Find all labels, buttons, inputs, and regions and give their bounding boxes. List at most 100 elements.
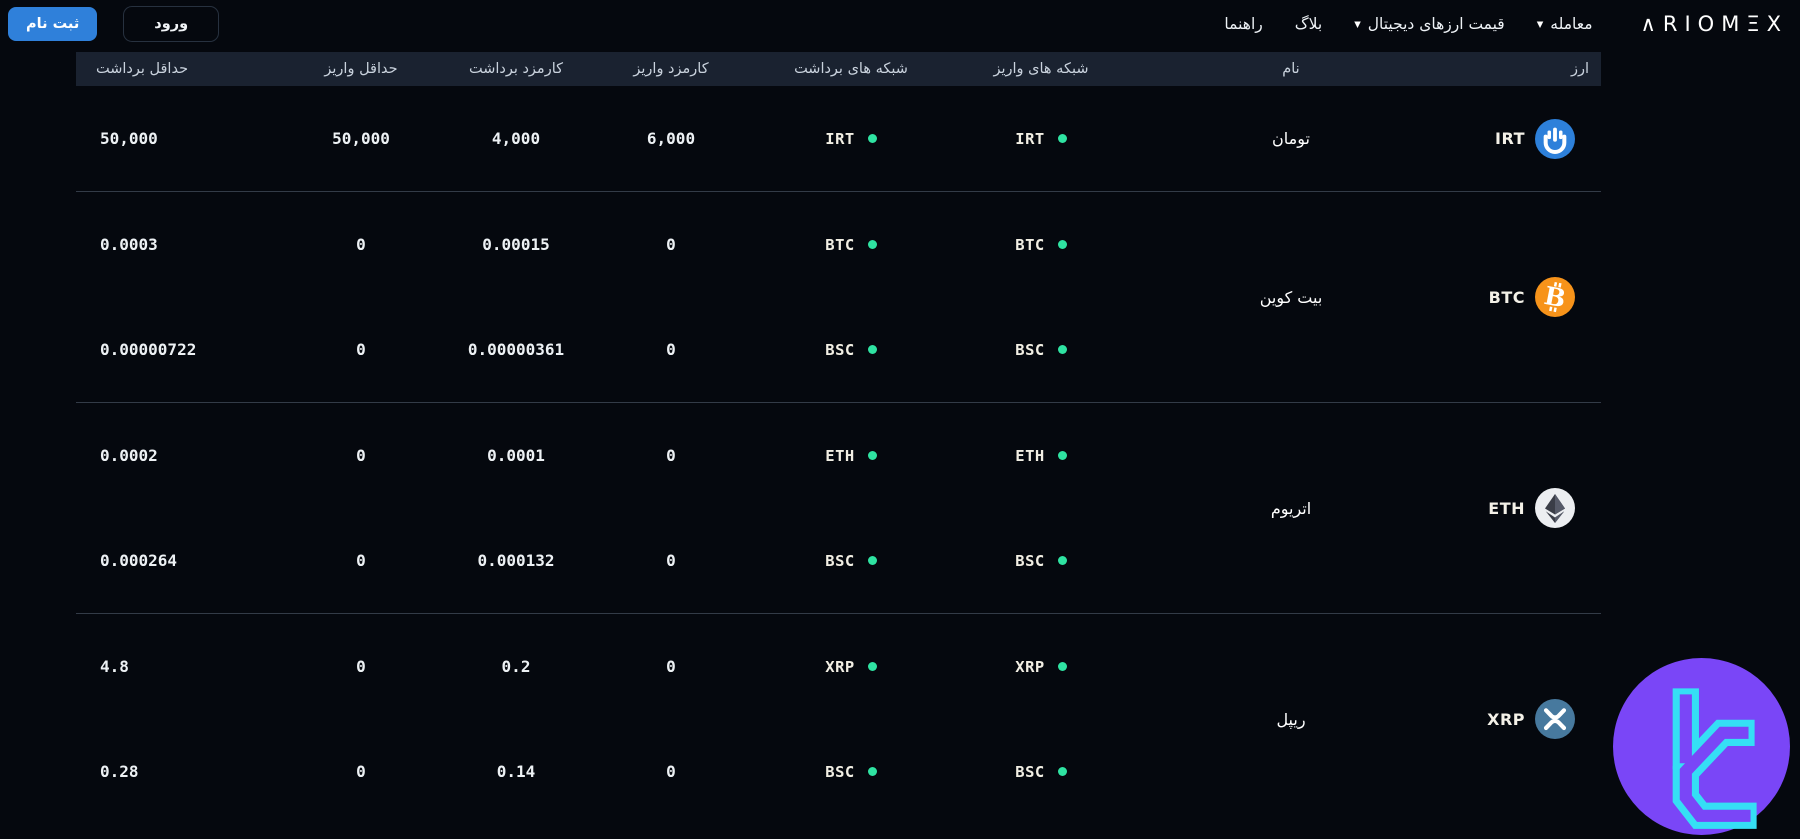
network-code: XRP — [825, 657, 855, 676]
min-deposit-value: 0 — [356, 762, 366, 781]
auth-buttons: ثبت نام ورود — [8, 6, 220, 42]
deposit-network-cell: BSC — [941, 341, 1141, 359]
status-dot — [1057, 240, 1067, 249]
network-code: BSC — [825, 551, 855, 570]
currency-name: تومان — [1272, 129, 1310, 148]
signup-button[interactable]: ثبت نام — [8, 7, 98, 41]
col-header-min-withdraw: حداقل برداشت — [96, 61, 189, 77]
currency-row-xrp[interactable]: XRP ریپل XRP XRP 0 0.2 0 4.8 BSC BSC 0 0.14 0 0.28 — [76, 613, 1601, 824]
col-header-withdraw-fee: کارمزد برداشت — [468, 61, 564, 77]
col-header-name: نام — [1282, 61, 1300, 77]
deposit-network-cell: XRP — [941, 658, 1141, 676]
withdraw-fee-value: 0.000132 — [477, 551, 555, 570]
network-code: XRP — [1015, 657, 1045, 676]
network-code: ETH — [1015, 446, 1045, 465]
currency-name: ریپل — [1276, 709, 1306, 729]
deposit-network-cell: IRT — [941, 130, 1141, 148]
nav-item-trade[interactable]: ▼ معامله — [1537, 15, 1593, 33]
status-dot — [867, 345, 877, 354]
status-dot — [1057, 134, 1067, 143]
deposit-network-cell: BSC — [941, 763, 1141, 781]
deposit-fee-value: 0 — [666, 446, 676, 465]
status-dot — [867, 451, 877, 460]
col-header-deposit-fee: کارمزد واریز — [633, 61, 709, 77]
col-header-min-deposit: حداقل واریز — [324, 61, 398, 77]
status-dot — [867, 240, 877, 249]
deposit-fee-value: 0 — [666, 657, 676, 676]
col-header-withdraw-networks: شبکه های برداشت — [794, 61, 908, 77]
min-deposit-value: 0 — [356, 446, 366, 465]
min-deposit-value: 0 — [356, 235, 366, 254]
status-dot — [1057, 767, 1067, 776]
currency-row-irt[interactable]: IRT تومان IRT IRT 6,000 4,000 50,000 50,000 — [76, 86, 1601, 191]
min-withdraw-value: 0.28 — [100, 762, 139, 781]
chevron-down-icon: ▼ — [1354, 20, 1361, 30]
network-code: BSC — [1015, 551, 1045, 570]
withdraw-network-cell: BSC — [761, 552, 941, 570]
network-code: ETH — [825, 446, 855, 465]
nav-item-crypto-prices[interactable]: ▼ قیمت ارزهای دیجیتال — [1354, 15, 1505, 33]
min-deposit-value: 50,000 — [332, 129, 390, 148]
network-code: BSC — [1015, 762, 1045, 781]
min-deposit-value: 0 — [356, 551, 366, 570]
currency-code: BTC — [1488, 287, 1525, 307]
deposit-fee-value: 0 — [666, 551, 676, 570]
currency-code: IRT — [1495, 129, 1525, 148]
withdraw-fee-value: 0.14 — [496, 762, 536, 781]
nav-item-blog[interactable]: بلاگ — [1295, 15, 1322, 33]
currency-row-eth[interactable]: ETH اتریوم ETH ETH 0 0.0001 0 0.0002 BSC BSC 0 0.0… — [76, 402, 1601, 613]
col-header-deposit-networks: شبکه های واریز — [993, 61, 1089, 77]
network-code: BSC — [825, 762, 855, 781]
col-header-currency: ارز — [1570, 61, 1589, 77]
withdraw-fee-value: 0.2 — [501, 657, 531, 676]
status-dot — [867, 662, 877, 671]
ariomex-logo[interactable]: ∧RIOMΞX — [1641, 12, 1788, 36]
min-deposit-value: 0 — [356, 657, 366, 676]
table-header-row: ارز نام شبکه های واریز شبکه های برداشت ک… — [76, 52, 1601, 86]
withdraw-network-cell: BSC — [761, 341, 941, 359]
withdraw-network-cell: BTC — [761, 236, 941, 254]
withdraw-network-cell: IRT — [761, 130, 941, 148]
currency-cell: IRT — [1441, 86, 1601, 191]
status-dot — [1057, 662, 1067, 671]
withdraw-network-cell: XRP — [761, 658, 941, 676]
withdraw-network-cell: BSC — [761, 763, 941, 781]
currency-name: بیت کوین — [1259, 287, 1323, 307]
status-dot — [867, 556, 877, 565]
currency-cell: BTC B — [1441, 192, 1601, 402]
currency-code: XRP — [1487, 709, 1525, 729]
currency-row-btc[interactable]: BTC B بیت کوین BTC BTC 0 0.00015 0 0.0003 BSC BS… — [76, 191, 1601, 402]
min-withdraw-value: 0.000264 — [100, 551, 178, 570]
network-code: BTC — [1015, 235, 1045, 254]
deposit-network-cell: BSC — [941, 552, 1141, 570]
withdraw-fee-value: 0.00000361 — [467, 340, 565, 359]
ethereum-icon — [1535, 488, 1575, 528]
min-deposit-value: 0 — [356, 340, 366, 359]
network-code: IRT — [825, 129, 855, 148]
deposit-network-cell: BTC — [941, 236, 1141, 254]
min-withdraw-value: 50,000 — [100, 129, 158, 148]
support-logo-icon[interactable] — [1613, 658, 1790, 835]
withdraw-network-cell: ETH — [761, 447, 941, 465]
xrp-icon — [1535, 699, 1575, 739]
deposit-fee-value: 0 — [666, 235, 676, 254]
network-code: BSC — [825, 340, 855, 359]
status-dot — [1057, 556, 1067, 565]
withdraw-fee-value: 0.00015 — [482, 235, 550, 254]
network-code: IRT — [1015, 129, 1045, 148]
deposit-fee-value: 0 — [666, 340, 676, 359]
bitcoin-icon: B — [1535, 277, 1575, 317]
network-code: BSC — [1015, 340, 1045, 359]
nav-item-label: معامله — [1550, 15, 1593, 33]
main-menu: راهنما بلاگ ▼ قیمت ارزهای دیجیتال ▼ معام… — [1224, 12, 1788, 36]
status-dot — [1057, 451, 1067, 460]
nav-item-label: قیمت ارزهای دیجیتال — [1367, 15, 1505, 33]
login-button[interactable]: ورود — [123, 6, 220, 42]
currency-cell: XRP — [1441, 614, 1601, 824]
status-dot — [867, 134, 877, 143]
withdraw-fee-value: 4,000 — [491, 129, 541, 148]
chevron-down-icon: ▼ — [1536, 20, 1544, 30]
deposit-fee-value: 0 — [666, 762, 676, 781]
currency-cell: ETH — [1441, 403, 1601, 613]
nav-item-guide[interactable]: راهنما — [1224, 15, 1262, 33]
